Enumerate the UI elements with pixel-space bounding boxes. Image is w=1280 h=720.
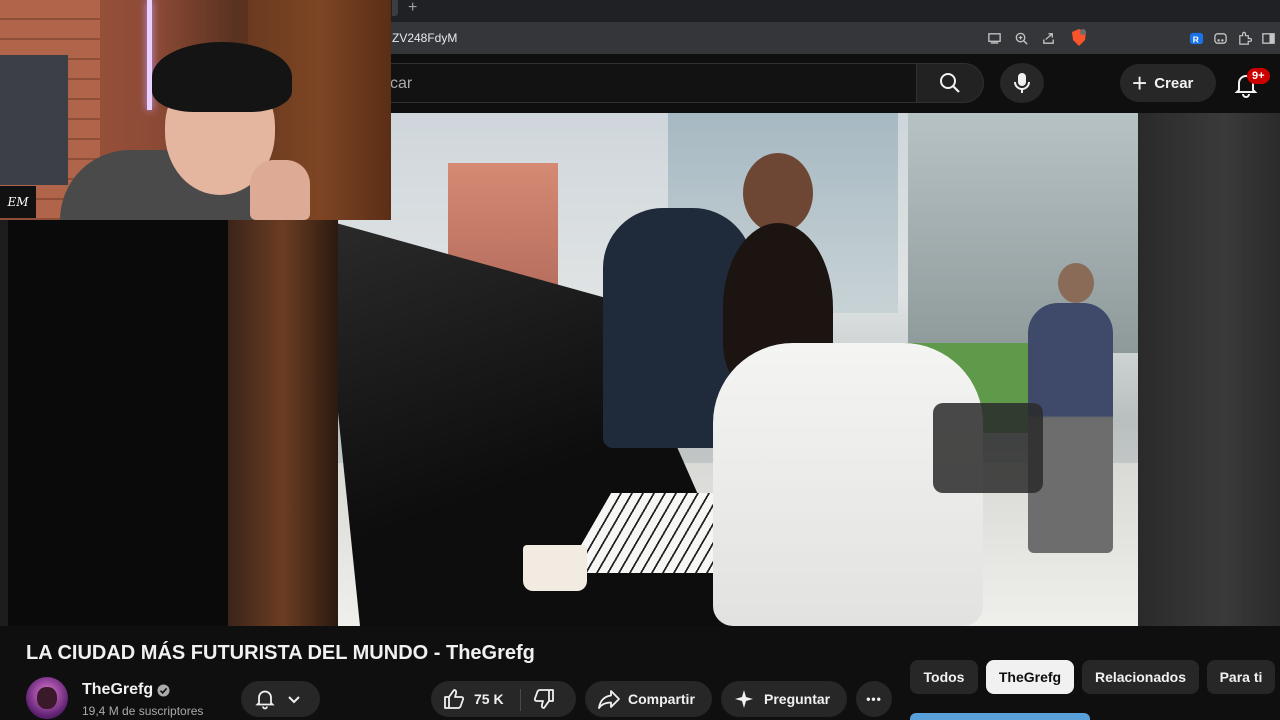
- player-left-dark-area: [8, 220, 228, 626]
- next-video-thumbnail[interactable]: [910, 713, 1090, 720]
- chip-relacionados[interactable]: Relacionados: [1082, 660, 1199, 694]
- chip-para-ti[interactable]: Para ti: [1207, 660, 1275, 694]
- avatar-face: [37, 687, 57, 709]
- search-input[interactable]: [372, 63, 916, 103]
- like-dislike-group: 75 K: [431, 681, 576, 717]
- ask-button[interactable]: Preguntar: [721, 681, 847, 717]
- wooden-panel: [228, 218, 338, 626]
- url-text[interactable]: ZV248FdyM: [392, 31, 457, 45]
- new-tab-button[interactable]: +: [408, 0, 417, 17]
- share-page-icon[interactable]: [1040, 30, 1056, 46]
- extensions-puzzle-icon[interactable]: [1236, 30, 1252, 46]
- more-actions-button[interactable]: •••: [856, 681, 892, 717]
- watermark-logo: EM: [0, 186, 36, 218]
- zoom-icon[interactable]: [1013, 30, 1029, 46]
- video-title: LA CIUDAD MÁS FUTURISTA DEL MUNDO - TheG…: [26, 642, 535, 664]
- verified-check-icon: [157, 684, 170, 697]
- share-label: Compartir: [628, 691, 695, 707]
- bell-icon: [255, 690, 275, 710]
- bystander-head: [1058, 263, 1094, 303]
- chip-todos[interactable]: Todos: [910, 660, 978, 694]
- share-arrow-icon: [598, 690, 620, 709]
- channel-avatar[interactable]: [26, 677, 68, 719]
- player-right-blur-area: [1138, 113, 1280, 626]
- subscriber-count: 19,4 M de suscriptores: [82, 704, 204, 718]
- led-strip: [147, 0, 152, 110]
- plus-icon: +: [1132, 68, 1148, 98]
- hand: [250, 160, 310, 220]
- like-thumb-up-icon[interactable]: [442, 687, 466, 711]
- sidebar-toggle-icon[interactable]: [1260, 30, 1276, 46]
- voice-search-button[interactable]: [1000, 63, 1044, 103]
- tab-edge: [392, 0, 398, 16]
- create-label: Crear: [1154, 74, 1194, 92]
- more-dots-icon: •••: [866, 692, 882, 706]
- dislike-thumb-down-icon[interactable]: [532, 687, 556, 711]
- man-head: [743, 153, 813, 233]
- search-icon: [940, 73, 960, 93]
- cup: [523, 545, 587, 591]
- search-button[interactable]: [916, 63, 984, 103]
- translate-extension-icon[interactable]: R: [1188, 30, 1204, 46]
- search-placeholder[interactable]: car: [390, 75, 412, 93]
- scooters: [933, 403, 1043, 493]
- share-button[interactable]: Compartir: [585, 681, 712, 717]
- hair: [152, 42, 292, 112]
- chevron-down-icon: [288, 696, 300, 704]
- chair: [0, 55, 68, 185]
- create-button[interactable]: + Crear: [1120, 64, 1216, 102]
- microphone-icon: [1014, 73, 1030, 93]
- like-divider: [520, 689, 521, 711]
- like-count[interactable]: 75 K: [474, 691, 504, 707]
- subscription-bell-button[interactable]: [241, 681, 320, 717]
- sparkle-icon: [735, 690, 753, 708]
- reading-mode-icon[interactable]: [1212, 30, 1228, 46]
- streamer-webcam: EM: [0, 0, 391, 220]
- notifications-badge: 9+: [1247, 68, 1270, 84]
- brave-shield-icon[interactable]: [1070, 28, 1088, 47]
- channel-name[interactable]: TheGrefg: [82, 681, 153, 699]
- chip-thegrefg[interactable]: TheGrefg: [986, 660, 1074, 694]
- svg-text:R: R: [1192, 34, 1198, 44]
- ask-label: Preguntar: [764, 691, 831, 707]
- cast-icon[interactable]: [986, 30, 1002, 46]
